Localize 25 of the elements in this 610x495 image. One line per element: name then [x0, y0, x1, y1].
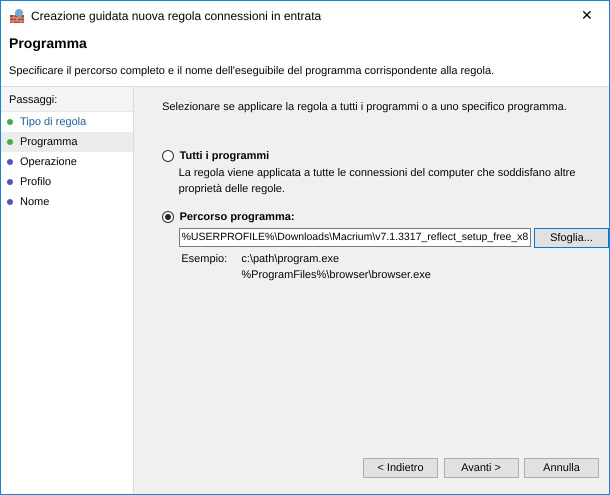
prompt-text: Selezionare se applicare la regola a tutti i programmi o a uno specifico programma. [162, 100, 568, 114]
path-field[interactable]: %USERPROFILE%\Downloads\Macrium\v7.1.3317_reflect_setup_free_x8 [178, 228, 532, 248]
option-label[interactable]: Percorso programma: [180, 208, 295, 225]
wizard-button[interactable]: < Indietro [363, 458, 438, 478]
step-item[interactable]: Profilo [1, 172, 134, 192]
option-label[interactable]: Tutti i programmi [180, 148, 270, 164]
window-title: Creazione guidata nuova regola connessioni in entrata [31, 8, 322, 24]
option-description: La regola viene applicata a tutte le connessioni del computer che soddisfano altre proprietà delle regole. [178, 166, 576, 197]
steps-heading: Passaggi: [1, 86, 134, 112]
step-item[interactable]: Tipo di regola [1, 112, 134, 132]
example-label: Esempio: [181, 252, 228, 266]
close-button[interactable]: ✕ [573, 5, 601, 26]
radio-button[interactable] [162, 210, 174, 223]
page-description: Specificare il percorso completo e il nome dell'eseguibile del programma corrispondente alla regola. [9, 64, 496, 79]
example-path: %ProgramFiles%\browser\browser.exe [241, 268, 431, 283]
example-path: c:\path\program.exe [241, 252, 340, 266]
firewall-icon [9, 8, 25, 24]
step-item[interactable]: Nome [1, 192, 134, 212]
step-item[interactable]: Programma [1, 132, 134, 152]
radio-button[interactable] [162, 150, 174, 162]
wizard-button[interactable]: Annulla [524, 458, 599, 478]
browse-button[interactable]: Sfoglia... [534, 228, 609, 248]
page-title: Programma [9, 34, 88, 53]
wizard-button[interactable]: Avanti > [444, 458, 518, 478]
step-item[interactable]: Operazione [1, 152, 134, 172]
